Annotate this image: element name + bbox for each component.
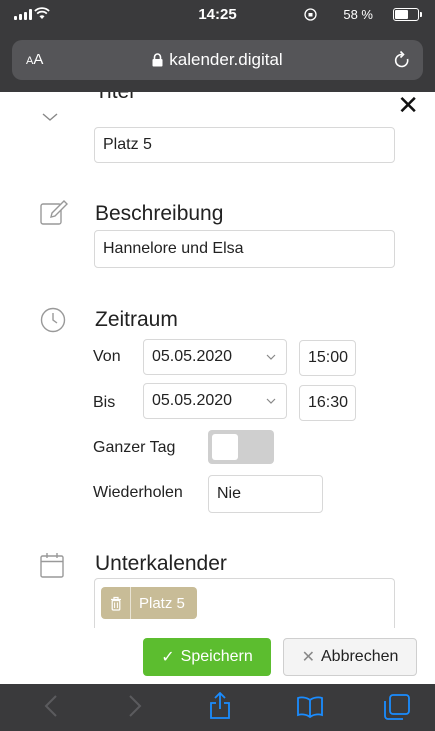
title-input[interactable]: Platz 5	[94, 127, 395, 163]
save-button[interactable]: ✓ Speichern	[143, 638, 271, 676]
to-label: Bis	[93, 394, 116, 411]
calendar-icon	[40, 553, 64, 578]
cancel-button[interactable]: ✕ Abbrechen	[283, 638, 417, 676]
from-label: Von	[93, 348, 121, 365]
from-time-input[interactable]: 15:00	[299, 340, 356, 376]
to-date-select[interactable]: 05.05.2020	[143, 383, 287, 419]
tabs-icon[interactable]	[384, 694, 410, 720]
from-date-select[interactable]: 05.05.2020	[143, 339, 287, 375]
back-icon[interactable]	[44, 694, 58, 718]
chevron-down-icon	[266, 354, 276, 360]
reload-icon[interactable]	[393, 50, 411, 70]
share-icon[interactable]	[208, 692, 232, 720]
address-bar[interactable]: AA kalender.digital	[12, 40, 423, 80]
clock-icon	[40, 307, 66, 333]
check-icon: ✓	[161, 649, 175, 666]
subcalendar-tag-label: Platz 5	[139, 594, 185, 612]
title-section-label: Titel	[95, 92, 134, 104]
chevron-down-icon	[266, 398, 276, 404]
browser-bottom-toolbar	[0, 684, 435, 731]
orientation-lock-icon	[304, 8, 317, 21]
repeat-select[interactable]: Nie	[208, 475, 323, 513]
chevron-down-icon	[42, 113, 58, 121]
battery-percentage: 58 %	[343, 7, 373, 22]
battery-icon	[393, 8, 422, 21]
cancel-button-label: Abbrechen	[321, 648, 399, 665]
timerange-section-label: Zeitraum	[95, 308, 178, 331]
to-time-input[interactable]: 16:30	[299, 385, 356, 421]
bookmarks-icon[interactable]	[296, 696, 324, 718]
description-input[interactable]: Hannelore und Elsa	[94, 230, 395, 268]
page-url: kalender.digital	[169, 50, 283, 69]
close-icon: ✕	[301, 649, 315, 666]
subcalendar-selector[interactable]: Platz 5	[94, 578, 395, 628]
all-day-toggle[interactable]	[208, 430, 274, 464]
all-day-label: Ganzer Tag	[93, 439, 176, 456]
description-section-label: Beschreibung	[95, 202, 224, 225]
close-button[interactable]: ✕	[397, 92, 419, 118]
trash-icon[interactable]	[101, 587, 131, 619]
status-bar: 14:25 58 %	[0, 0, 435, 30]
repeat-label: Wiederholen	[93, 484, 183, 501]
forward-icon[interactable]	[128, 694, 142, 718]
browser-top-bar: 14:25 58 % AA kalender.digital	[0, 0, 435, 92]
subcalendar-section-label: Unterkalender	[95, 552, 227, 575]
subcalendar-tag[interactable]: Platz 5	[101, 587, 197, 619]
lock-icon	[152, 53, 163, 67]
edit-icon	[40, 200, 68, 225]
save-button-label: Speichern	[180, 648, 253, 665]
